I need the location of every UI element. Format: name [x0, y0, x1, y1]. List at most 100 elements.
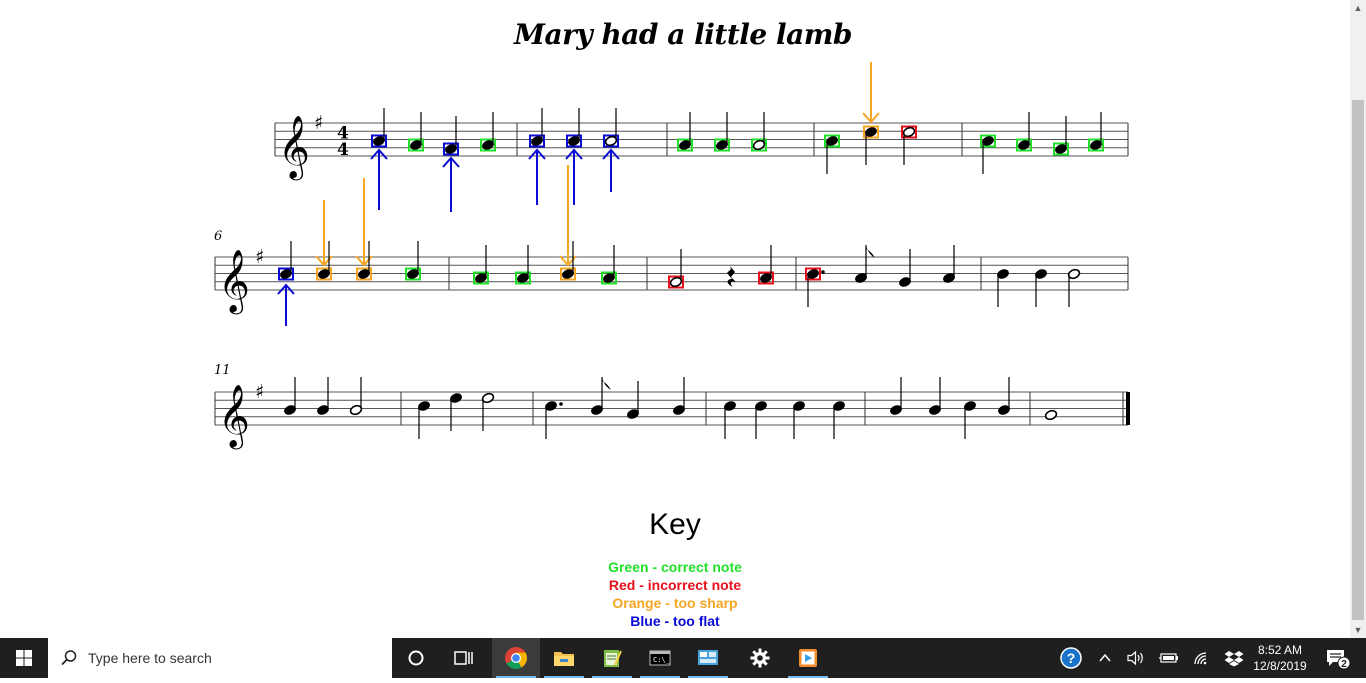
note	[601, 245, 617, 285]
media-player-icon	[799, 649, 817, 667]
note	[371, 108, 387, 148]
note	[673, 377, 685, 415]
key-incorrect: Red - incorrect note	[608, 577, 742, 593]
battery-icon	[1159, 653, 1178, 663]
notepad-button[interactable]	[588, 638, 636, 678]
cortana-icon	[408, 650, 424, 666]
key-sharp: Orange - too sharp	[612, 595, 738, 611]
augmentation-dot	[821, 270, 825, 274]
note	[724, 401, 736, 439]
note	[964, 401, 976, 439]
notifications-button[interactable]: 2	[1320, 638, 1356, 678]
note	[443, 116, 459, 156]
volume-icon	[1127, 650, 1143, 666]
note	[998, 377, 1010, 415]
note	[943, 245, 955, 283]
dropbox-icon	[1224, 651, 1244, 667]
note	[349, 377, 363, 416]
vertical-scrollbar[interactable]: ▲ ▼	[1350, 0, 1366, 638]
scroll-down-arrow-icon[interactable]: ▼	[1350, 622, 1366, 638]
note	[758, 245, 774, 285]
volume-button[interactable]	[1124, 638, 1148, 678]
note	[929, 377, 941, 415]
task-view-button[interactable]	[440, 638, 488, 678]
network-button[interactable]	[1190, 638, 1214, 678]
arrow-flat	[442, 156, 460, 212]
note	[418, 401, 430, 439]
notification-icon: 2	[1327, 650, 1351, 670]
terminal-icon: C:\_	[649, 650, 671, 666]
note	[668, 249, 684, 289]
measure-number-11: 11	[214, 363, 231, 378]
control-panel-button[interactable]	[684, 638, 732, 678]
arrow-flat	[277, 283, 295, 326]
help-tray-button[interactable]: ?	[1056, 638, 1086, 678]
key-flat: Blue - too flat	[630, 613, 720, 629]
note	[529, 108, 545, 148]
quarter-rest-icon	[727, 266, 736, 287]
arrow-flat	[370, 148, 388, 210]
arrow-sharp	[862, 62, 880, 124]
show-hidden-icons-button[interactable]	[1094, 638, 1116, 678]
svg-text:C:\_: C:\_	[653, 656, 671, 664]
treble-clef-icon: 𝄞	[218, 384, 250, 450]
file-explorer-button[interactable]	[540, 638, 588, 678]
note	[899, 249, 911, 287]
note	[833, 401, 845, 439]
key-signature-sharp-icon: ♯	[255, 246, 264, 268]
note	[863, 125, 879, 165]
media-player-button[interactable]	[784, 638, 832, 678]
settings-icon	[750, 648, 770, 668]
note-flag	[866, 245, 875, 258]
taskbar-search-box[interactable]: Type here to search	[48, 638, 392, 678]
search-icon	[61, 650, 77, 666]
note	[1067, 268, 1081, 307]
note	[1053, 116, 1069, 156]
battery-button[interactable]	[1156, 638, 1182, 678]
clock[interactable]: 8:52 AM 12/8/2019	[1246, 642, 1314, 674]
time-signature-bottom: 4	[337, 140, 349, 160]
note	[1044, 409, 1058, 421]
arrow-flat	[602, 148, 620, 192]
wifi-icon	[1194, 652, 1207, 665]
key-title: Key	[649, 508, 701, 541]
page-area: Mary had a little lamb 𝄞 ♯ 4 4 𝄞 ♯ 𝄞 ♯ 6 11 Key…	[0, 0, 1350, 638]
note	[317, 377, 329, 415]
start-button[interactable]	[0, 638, 48, 678]
chrome-icon	[505, 647, 527, 669]
note	[805, 267, 825, 307]
note	[591, 377, 611, 415]
measure-number-6: 6	[214, 229, 222, 244]
cortana-button[interactable]	[392, 638, 440, 678]
task-view-icon	[454, 651, 473, 665]
help-icon: ?	[1060, 647, 1082, 669]
note	[405, 241, 421, 281]
key-correct: Green - correct note	[608, 559, 742, 575]
note	[980, 134, 996, 174]
scroll-thumb[interactable]	[1352, 100, 1364, 620]
terminal-button[interactable]: C:\_	[636, 638, 684, 678]
note	[890, 377, 902, 415]
notification-count: 2	[1341, 659, 1347, 670]
treble-clef-icon: 𝄞	[278, 115, 310, 181]
note	[603, 108, 619, 148]
note-flag	[602, 377, 611, 390]
note	[473, 245, 489, 285]
note	[793, 401, 805, 439]
chevron-up-icon	[1099, 653, 1111, 662]
search-placeholder: Type here to search	[88, 650, 212, 666]
annotation-marks	[277, 62, 880, 326]
scroll-up-arrow-icon[interactable]: ▲	[1350, 0, 1366, 16]
control-panel-icon	[698, 650, 718, 665]
settings-button[interactable]	[736, 638, 784, 678]
dropbox-button[interactable]	[1222, 638, 1246, 678]
note	[1035, 269, 1047, 307]
note	[824, 134, 840, 174]
key-signature-sharp-icon: ♯	[255, 381, 264, 403]
final-thick-barline	[1126, 392, 1130, 425]
svg-text:?: ?	[1067, 650, 1076, 666]
note	[755, 401, 767, 439]
augmentation-dot	[559, 402, 563, 406]
chrome-button[interactable]	[492, 638, 540, 678]
file-explorer-icon	[554, 652, 574, 666]
